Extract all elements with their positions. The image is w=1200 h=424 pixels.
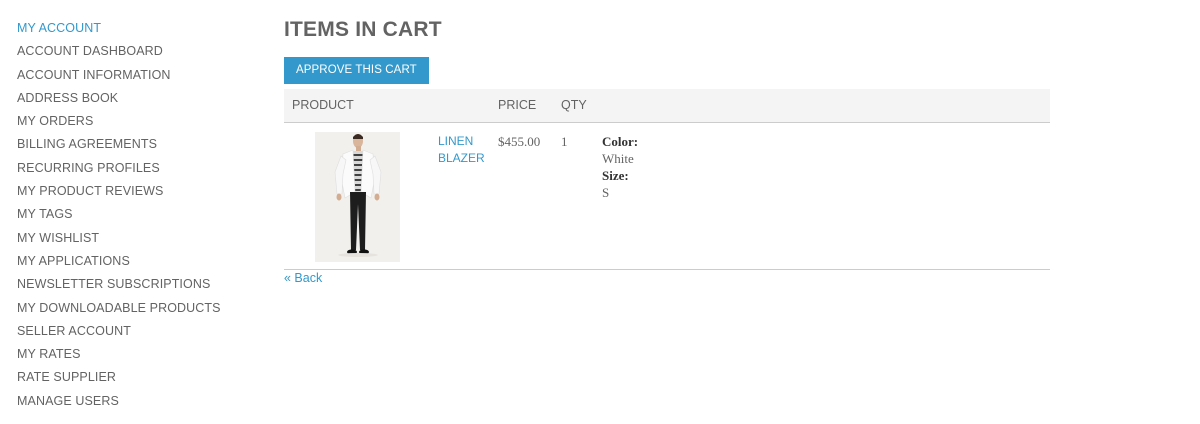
cart-table: PRODUCT PRICE QTY LINEN BLAZER $455.00 1…	[284, 89, 1050, 270]
sidebar-item-my-applications[interactable]: MY APPLICATIONS	[17, 250, 257, 273]
product-image[interactable]	[315, 132, 400, 262]
product-qty: 1	[561, 134, 568, 149]
sidebar-item-my-product-reviews[interactable]: MY PRODUCT REVIEWS	[17, 180, 257, 203]
sidebar-item-newsletter-subscriptions[interactable]: NEWSLETTER SUBSCRIPTIONS	[17, 273, 257, 296]
approve-cart-button[interactable]: APPROVE THIS CART	[284, 57, 429, 84]
sidebar-item-my-downloadable-products[interactable]: MY DOWNLOADABLE PRODUCTS	[17, 297, 257, 320]
sidebar-item-account-information[interactable]: ACCOUNT INFORMATION	[17, 64, 257, 87]
table-row: LINEN BLAZER $455.00 1 Color: White Size…	[284, 123, 1050, 270]
column-header-product: PRODUCT	[292, 98, 354, 112]
account-sidebar: MY ACCOUNT ACCOUNT DASHBOARD ACCOUNT INF…	[17, 17, 257, 413]
option-size-value: S	[602, 185, 610, 200]
option-size-label: Size:	[602, 168, 629, 183]
sidebar-item-my-account[interactable]: MY ACCOUNT	[17, 17, 257, 40]
product-photo-illustration	[315, 132, 400, 262]
sidebar-item-my-orders[interactable]: MY ORDERS	[17, 110, 257, 133]
sidebar-item-my-rates[interactable]: MY RATES	[17, 343, 257, 366]
option-color-label: Color:	[602, 134, 639, 149]
column-header-price: PRICE	[498, 98, 537, 112]
sidebar-item-recurring-profiles[interactable]: RECURRING PROFILES	[17, 157, 257, 180]
page-title: ITEMS IN CART	[284, 18, 442, 41]
table-header: PRODUCT PRICE QTY	[284, 89, 1050, 123]
product-options: Color: White Size: S	[602, 133, 638, 201]
back-link[interactable]: « Back	[284, 271, 322, 285]
option-color-value: White	[602, 151, 634, 166]
sidebar-item-my-wishlist[interactable]: MY WISHLIST	[17, 227, 257, 250]
sidebar-item-billing-agreements[interactable]: BILLING AGREEMENTS	[17, 133, 257, 156]
column-header-qty: QTY	[561, 98, 587, 112]
sidebar-item-my-tags[interactable]: MY TAGS	[17, 203, 257, 226]
main-content: ITEMS IN CART APPROVE THIS CART PRODUCT …	[284, 18, 1050, 285]
sidebar-item-account-dashboard[interactable]: ACCOUNT DASHBOARD	[17, 40, 257, 63]
sidebar-item-address-book[interactable]: ADDRESS BOOK	[17, 87, 257, 110]
product-name-link[interactable]: LINEN BLAZER	[438, 133, 488, 167]
sidebar-item-rate-supplier[interactable]: RATE SUPPLIER	[17, 366, 257, 389]
sidebar-item-manage-users[interactable]: MANAGE USERS	[17, 390, 257, 413]
product-price: $455.00	[498, 134, 541, 149]
sidebar-item-seller-account[interactable]: SELLER ACCOUNT	[17, 320, 257, 343]
